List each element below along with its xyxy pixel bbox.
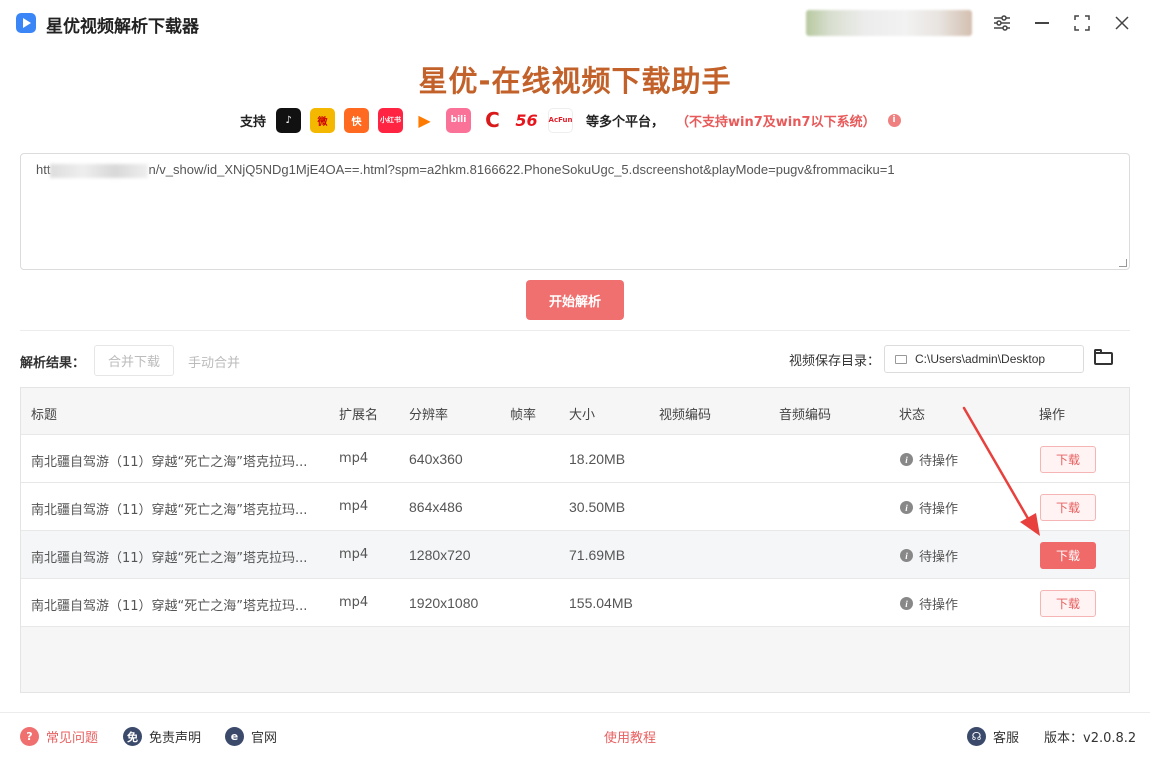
row-resolution: 1920x1080 (409, 595, 479, 611)
table-header: 标题 扩展名 分辨率 帧率 大小 视频编码 音频编码 状态 操作 (21, 388, 1129, 435)
header-title: 标题 (31, 408, 58, 423)
question-icon: ? (20, 727, 39, 746)
save-dir-input[interactable]: C:\Users\admin\Desktop (884, 345, 1084, 373)
url-input[interactable]: htt n/v_show/id_XNjQ5NDg1MjE4OA==.html?sp… (20, 153, 1130, 270)
cctv-icon: C (480, 107, 506, 133)
more-platforms-text: 等多个平台， (586, 114, 665, 130)
download-button[interactable]: 下载 (1040, 494, 1096, 521)
header-vcodec: 视频编码 (659, 408, 712, 423)
row-resolution: 864x486 (409, 499, 463, 515)
download-button[interactable]: 下载 (1040, 446, 1096, 473)
maximize-icon[interactable] (1071, 12, 1093, 34)
user-account-area[interactable] (806, 10, 972, 36)
hero-title: 星优-在线视频下载助手 (418, 64, 732, 98)
row-resolution: 1280x720 (409, 547, 471, 563)
table-row[interactable]: 南北疆自驾游（11）穿越“死亡之海”塔克拉玛... mp4 1280x720 7… (21, 531, 1129, 579)
xiaohongshu-icon: 小红书 (378, 107, 404, 133)
ie-icon: e (225, 727, 244, 746)
row-ext: mp4 (339, 499, 369, 514)
divider (20, 330, 1130, 331)
download-button[interactable]: 下载 (1040, 542, 1096, 569)
tencent-video-icon: ▶ (412, 107, 438, 133)
status-info-icon: i (900, 597, 913, 610)
app-title: 星优视频解析下载器 (46, 17, 199, 37)
status-info-icon: i (900, 453, 913, 466)
status-info-icon: i (900, 549, 913, 562)
table-row[interactable]: 南北疆自驾游（11）穿越“死亡之海”塔克拉玛... mp4 864x486 30… (21, 483, 1129, 531)
row-title: 南北疆自驾游（11）穿越“死亡之海”塔克拉玛... (31, 599, 308, 614)
kuaishou-icon: 快 (344, 107, 370, 133)
disclaimer-link[interactable]: 免 免责声明 (123, 727, 201, 746)
row-status: i 待操作 (900, 498, 958, 517)
resize-handle[interactable] (1119, 259, 1127, 267)
table-row[interactable]: 南北疆自驾游（11）穿越“死亡之海”塔克拉玛... mp4 1920x1080 … (21, 579, 1129, 627)
row-title: 南北疆自驾游（11）穿越“死亡之海”塔克拉玛... (31, 455, 308, 470)
row-ext: mp4 (339, 451, 369, 466)
status-info-icon: i (900, 501, 913, 514)
tiktok-icon: ♪ (276, 107, 302, 133)
manual-merge-button[interactable]: 手动合并 (188, 352, 240, 371)
customer-service-link[interactable]: ☊ 客服 (967, 727, 1019, 746)
results-table: 标题 扩展名 分辨率 帧率 大小 视频编码 音频编码 状态 操作 南北疆自驾游（… (20, 387, 1130, 693)
minimize-icon[interactable] (1031, 12, 1053, 34)
row-ext: mp4 (339, 547, 369, 562)
save-dir-label: 视频保存目录： (789, 354, 881, 369)
row-status: i 待操作 (900, 594, 958, 613)
header-status: 状态 (899, 408, 926, 423)
settings-icon[interactable] (991, 12, 1013, 34)
result-label: 解析结果： (20, 356, 86, 371)
merge-download-button[interactable]: 合并下载 (94, 345, 174, 376)
url-redacted-blur (50, 163, 149, 178)
headset-icon: ☊ (967, 727, 986, 746)
save-dir-value: C:\Users\admin\Desktop (915, 352, 1046, 366)
header-acodec: 音频编码 (779, 408, 832, 423)
weibo-icon: 微 (310, 107, 336, 133)
bilibili-icon: bili (446, 107, 472, 133)
row-title: 南北疆自驾游（11）穿越“死亡之海”塔克拉玛... (31, 551, 308, 566)
platform-row: 支持 ♪ 微 快 小红书 ▶ bili C 56 AcFun 等多个平台， （不… (240, 106, 901, 134)
row-size: 71.69MB (569, 547, 626, 563)
header-ext: 扩展名 (339, 408, 379, 423)
header-action: 操作 (1039, 408, 1066, 423)
acfun-icon: AcFun (548, 107, 574, 133)
row-resolution: 640x360 (409, 451, 463, 467)
url-prefix: htt (36, 162, 51, 177)
url-suffix: n/v_show/id_XNjQ5NDg1MjE4OA==.html?spm=a… (148, 162, 895, 177)
header-resolution: 分辨率 (409, 408, 449, 423)
folder-small-icon (895, 354, 907, 364)
table-row[interactable]: 南北疆自驾游（11）穿越“死亡之海”塔克拉玛... mp4 640x360 18… (21, 435, 1129, 483)
footer: ? 常见问题 免 免责声明 e 官网 使用教程 ☊ 客服 版本：v2.0.8.2 (0, 713, 1150, 760)
row-title: 南北疆自驾游（11）穿越“死亡之海”塔克拉玛... (31, 503, 308, 518)
close-icon[interactable] (1111, 12, 1133, 34)
row-status: i 待操作 (900, 546, 958, 565)
row-size: 155.04MB (569, 595, 633, 611)
system-warning: （不支持win7及win7以下系统） (676, 114, 876, 130)
app-logo-icon (16, 13, 36, 33)
download-button[interactable]: 下载 (1040, 590, 1096, 617)
row-size: 30.50MB (569, 499, 626, 515)
open-folder-icon[interactable] (1093, 348, 1115, 366)
start-parse-button[interactable]: 开始解析 (526, 280, 624, 320)
info-icon[interactable]: i (887, 113, 901, 127)
faq-link[interactable]: ? 常见问题 (20, 727, 98, 746)
row-status: i 待操作 (900, 450, 958, 469)
support-label: 支持 (240, 114, 267, 130)
title-bar: 星优视频解析下载器 (0, 0, 1150, 46)
website-link[interactable]: e 官网 (225, 727, 277, 746)
tutorial-link[interactable]: 使用教程 (604, 727, 656, 746)
version-label: 版本：v2.0.8.2 (1044, 731, 1137, 746)
row-size: 18.20MB (569, 451, 626, 467)
disclaimer-icon: 免 (123, 727, 142, 746)
56-icon: 56 (514, 107, 540, 133)
header-size: 大小 (569, 408, 596, 423)
row-ext: mp4 (339, 595, 369, 610)
header-fps: 帧率 (510, 408, 537, 423)
